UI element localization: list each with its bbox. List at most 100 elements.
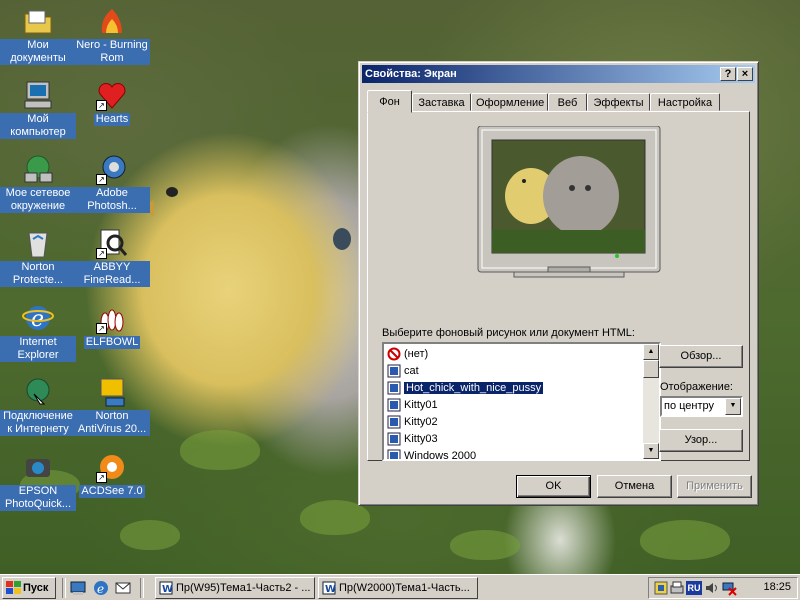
shortcut-arrow-icon: ↗ <box>96 248 107 259</box>
desktop-icon-hearts[interactable]: ↗ Hearts <box>74 79 150 126</box>
printer-icon[interactable] <box>669 580 685 596</box>
windows-logo-icon <box>6 581 21 598</box>
elfbowl-icon: ↗ <box>96 302 128 334</box>
my-computer-icon <box>22 79 54 111</box>
scroll-up-button[interactable]: ▲ <box>643 344 659 360</box>
list-item[interactable]: (нет) <box>386 346 428 362</box>
wallpaper-chick-eye <box>166 187 178 197</box>
norton-antivirus-icon <box>96 376 128 408</box>
outlook-express-icon[interactable] <box>115 580 131 596</box>
desktop-icon-photoshop[interactable]: ↗ Adobe Photosh... <box>74 153 150 213</box>
close-button[interactable]: × <box>737 67 753 81</box>
tab-settings[interactable]: Настройка <box>650 93 720 111</box>
svg-text:W: W <box>162 584 173 595</box>
desktop-icon-finereader[interactable]: ↗ ABBYY FineRead... <box>74 227 150 287</box>
display-mode-select[interactable]: по центру ▼ <box>660 396 743 417</box>
desktop-icon-internet-explorer[interactable]: e Internet Explorer <box>0 302 76 362</box>
epson-icon <box>22 451 54 483</box>
ok-button[interactable]: OK <box>516 475 591 498</box>
list-item[interactable]: Kitty02 <box>386 414 438 430</box>
network-icon <box>22 153 54 185</box>
photoshop-icon: ↗ <box>96 153 128 185</box>
internet-explorer-icon: e <box>22 302 54 334</box>
hearts-icon: ↗ <box>96 79 128 111</box>
desktop-icon-elfbowl[interactable]: ↗ ELFBOWL <box>74 302 150 349</box>
my-documents-icon <box>22 5 54 37</box>
apply-button[interactable]: Применить <box>677 475 752 498</box>
desktop-icon-acdsee[interactable]: ↗ ACDSee 7.0 <box>74 451 150 498</box>
tab-effects[interactable]: Эффекты <box>587 93 650 111</box>
acdsee-icon: ↗ <box>96 451 128 483</box>
list-item-selected[interactable]: Hot_chick_with_nice_pussy <box>386 380 544 396</box>
shortcut-arrow-icon: ↗ <box>96 174 107 185</box>
help-button[interactable]: ? <box>720 67 736 81</box>
volume-icon[interactable] <box>704 580 720 596</box>
cancel-button[interactable]: Отмена <box>597 475 672 498</box>
toolbar-separator <box>140 578 144 598</box>
dialog-title: Свойства: Экран <box>365 68 457 80</box>
desktop-icon-nero[interactable]: Nero - Burning Rom <box>74 5 150 65</box>
tray-app-icon[interactable] <box>653 580 669 596</box>
svg-text:e: e <box>97 582 104 596</box>
pattern-button[interactable]: Узор... <box>659 429 743 452</box>
network-disconnected-icon[interactable] <box>721 580 737 596</box>
desktop-icon-my-computer[interactable]: Мой компьютер <box>0 79 76 139</box>
taskbar-window-button[interactable]: W Пр(W2000)Тема1-Часть... <box>318 577 478 599</box>
word-document-icon: W <box>159 581 173 598</box>
list-item[interactable]: cat <box>386 363 419 379</box>
bitmap-icon <box>387 381 401 395</box>
internet-explorer-icon[interactable]: e <box>93 580 109 596</box>
language-indicator[interactable]: RU <box>686 581 702 595</box>
system-tray: RU 18:25 <box>648 577 798 599</box>
tab-appearance[interactable]: Оформление <box>471 93 548 111</box>
shortcut-arrow-icon: ↗ <box>96 100 107 111</box>
list-item[interactable]: Kitty03 <box>386 431 438 447</box>
wallpaper-clover <box>180 430 260 470</box>
desktop-icon-norton-antivirus[interactable]: Norton AntiVirus 20... <box>74 376 150 436</box>
list-item[interactable]: Kitty01 <box>386 397 438 413</box>
list-item[interactable]: Windows 2000 <box>386 448 476 459</box>
tab-screensaver[interactable]: Заставка <box>412 93 471 111</box>
wallpaper-kitten-eye <box>333 228 351 250</box>
chevron-down-icon[interactable]: ▼ <box>725 398 741 415</box>
recycle-bin-icon <box>22 227 54 259</box>
bitmap-icon <box>387 364 401 378</box>
display-mode-value: по центру <box>664 400 715 412</box>
desktop-icon-network[interactable]: Мое сетевое окружение <box>0 153 76 213</box>
browse-button[interactable]: Обзор... <box>659 345 743 368</box>
display-label: Отображение: <box>660 381 733 393</box>
word-document-icon: W <box>322 581 336 598</box>
bitmap-icon <box>387 432 401 446</box>
monitor-preview <box>476 125 662 278</box>
toolbar-separator <box>62 578 66 598</box>
scroll-thumb[interactable] <box>643 360 659 378</box>
none-icon <box>387 347 401 361</box>
desktop-icon-my-documents[interactable]: Мои документы <box>0 5 76 65</box>
desktop-icon-norton-protected[interactable]: Norton Protecte... <box>0 227 76 287</box>
tab-background[interactable]: Фон <box>367 90 412 113</box>
bitmap-icon <box>387 449 401 459</box>
show-desktop-icon[interactable] <box>70 580 86 596</box>
shortcut-arrow-icon: ↗ <box>96 472 107 483</box>
scroll-down-button[interactable]: ▼ <box>643 443 659 459</box>
connect-internet-icon <box>22 376 54 408</box>
wallpaper-listbox[interactable]: (нет) cat Hot_chick_with_nice_pussy Kitt… <box>382 342 661 461</box>
svg-text:W: W <box>325 584 336 595</box>
clock[interactable]: 18:25 <box>763 581 791 593</box>
taskbar-window-button[interactable]: W Пр(W95)Тема1-Часть2 - ... <box>155 577 315 599</box>
taskbar: Пуск e W Пр(W95)Тема1-Часть2 - ... W Пр(… <box>0 574 800 600</box>
tab-web[interactable]: Веб <box>548 93 587 111</box>
bitmap-icon <box>387 415 401 429</box>
wallpaper-clover <box>640 520 730 560</box>
bitmap-icon <box>387 398 401 412</box>
finereader-icon: ↗ <box>96 227 128 259</box>
wallpaper-list-label: Выберите фоновый рисунок или документ HT… <box>382 327 635 339</box>
wallpaper-clover <box>450 530 520 560</box>
dialog-titlebar[interactable]: Свойства: Экран ? × <box>362 65 755 83</box>
start-button[interactable]: Пуск <box>2 577 56 599</box>
list-scrollbar[interactable]: ▲ ▼ <box>643 344 659 459</box>
desktop-icon-connect-internet[interactable]: Подключение к Интернету <box>0 376 76 436</box>
background-tab-panel: Выберите фоновый рисунок или документ HT… <box>367 111 750 461</box>
desktop-icon-epson[interactable]: EPSON PhotoQuick... <box>0 451 76 511</box>
nero-icon <box>96 5 128 37</box>
